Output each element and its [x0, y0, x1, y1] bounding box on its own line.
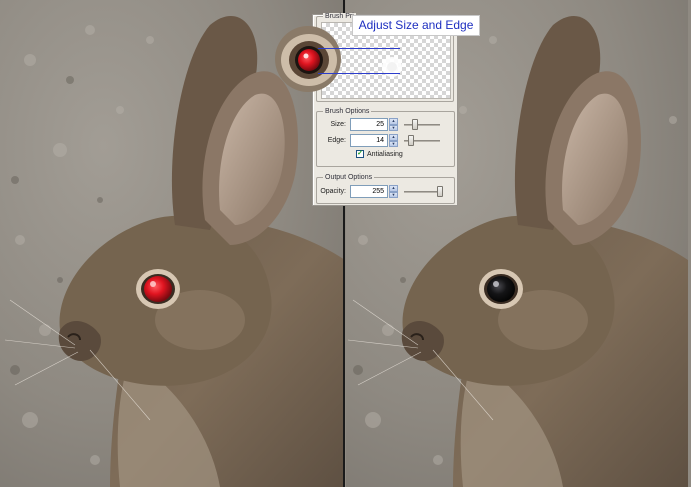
opacity-spinner[interactable]: ▲ ▼ — [389, 185, 398, 198]
opacity-label: Opacity: — [320, 188, 346, 195]
size-slider-thumb[interactable] — [411, 119, 418, 130]
adjust-size-callout: Adjust Size and Edge — [352, 15, 480, 36]
brush-preview-label: Brush Pri — [323, 13, 356, 20]
output-options-group: Output Options Opacity: 255 ▲ ▼ — [316, 174, 455, 204]
size-spinner[interactable]: ▲ ▼ — [389, 118, 398, 131]
eye-zoom-loupe — [275, 26, 341, 92]
red-eye — [144, 276, 172, 302]
edge-label: Edge: — [327, 137, 346, 144]
brush-options-group: Brush Options Size: 25 ▲ ▼ Edge: 14 ▲ ▼ — [316, 108, 455, 167]
guide-line-top — [318, 48, 400, 49]
size-input[interactable]: 25 — [350, 118, 388, 131]
brush-options-label: Brush Options — [323, 108, 372, 115]
output-options-label: Output Options — [323, 174, 375, 181]
edge-slider-thumb[interactable] — [408, 135, 415, 146]
opacity-slider-thumb[interactable] — [437, 186, 443, 197]
opacity-slider[interactable] — [404, 185, 443, 198]
size-label: Size: — [330, 121, 346, 128]
edge-row: Edge: 14 ▲ ▼ — [317, 134, 440, 147]
opacity-input[interactable]: 255 — [350, 185, 388, 198]
size-slider-track — [404, 124, 440, 126]
size-row: Size: 25 ▲ ▼ — [317, 118, 440, 131]
corrected-eye — [487, 276, 515, 302]
edge-slider[interactable] — [404, 134, 440, 147]
edge-spinner[interactable]: ▲ ▼ — [389, 134, 398, 147]
down-arrow-icon[interactable]: ▼ — [389, 124, 398, 131]
down-arrow-icon[interactable]: ▼ — [389, 140, 398, 147]
antialiasing-label: Antialiasing — [367, 150, 403, 158]
opacity-slider-track — [404, 191, 440, 193]
down-arrow-icon[interactable]: ▼ — [389, 191, 398, 198]
opacity-row: Opacity: 255 ▲ ▼ — [317, 185, 443, 198]
guide-line-bottom — [318, 73, 400, 74]
antialiasing-option[interactable]: ✓ Antialiasing — [356, 150, 403, 158]
checkmark-icon[interactable]: ✓ — [356, 150, 364, 158]
size-slider[interactable] — [404, 118, 440, 131]
edge-input[interactable]: 14 — [350, 134, 388, 147]
